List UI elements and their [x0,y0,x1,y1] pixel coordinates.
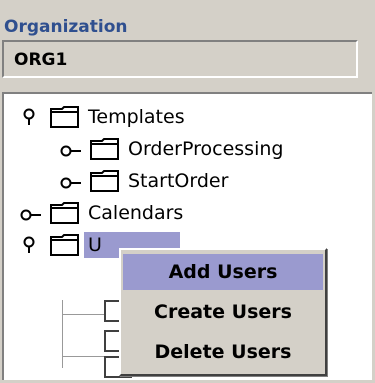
tree-node-label: Templates [88,106,185,128]
tree-node-calendars[interactable]: Calendars [4,198,264,228]
tree-node-orderprocessing[interactable]: OrderProcessing [4,134,344,164]
tree-guide-line [62,356,104,357]
folder-icon [50,106,79,128]
collapsed-toggle-icon[interactable] [20,206,42,224]
organization-panel-title: Organization [4,17,128,37]
expanded-toggle-icon[interactable] [20,236,38,254]
tree-node-startorder[interactable]: StartOrder [4,166,304,196]
tree-node-label: StartOrder [128,170,229,192]
organization-field[interactable]: ORG1 [2,40,358,78]
users-context-menu: Add Users Create Users Delete Users [119,248,327,376]
expanded-toggle-icon[interactable] [20,108,38,126]
tree-guide-line [62,300,63,368]
tree-node-label: U [88,234,102,256]
collapsed-toggle-icon[interactable] [60,174,82,192]
menu-item-delete-users[interactable]: Delete Users [123,334,323,370]
menu-item-create-users[interactable]: Create Users [123,294,323,330]
menu-item-add-users[interactable]: Add Users [123,254,323,290]
folder-icon [90,138,119,160]
collapsed-toggle-icon[interactable] [60,142,82,160]
tree-node-label: Calendars [88,202,184,224]
tree-guide-line [62,314,104,315]
folder-icon [50,202,79,224]
tree-node-label: OrderProcessing [128,138,284,160]
folder-icon [50,234,79,256]
tree-node-templates[interactable]: Templates [4,102,204,132]
organization-value: ORG1 [14,50,68,70]
folder-icon [90,170,119,192]
